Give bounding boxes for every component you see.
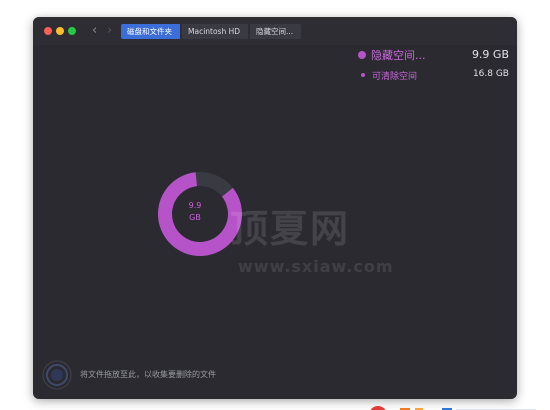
- close-window-button[interactable]: [44, 27, 52, 35]
- legend-value: 16.8 GB: [472, 69, 509, 79]
- legend-dot-icon: [361, 73, 365, 77]
- site-badge-icon: [360, 400, 550, 410]
- breadcrumb: 磁盘和文件夹 Macintosh HD 隐藏空间...: [121, 24, 303, 39]
- legend-item-hidden-space[interactable]: 隐藏空间...: [358, 48, 426, 62]
- watermark-url: www.sxiaw.com: [238, 257, 394, 276]
- legend-value: 9.9 GB: [471, 48, 509, 61]
- watermark-text: 顶夏网: [230, 207, 351, 251]
- zoom-window-button[interactable]: [68, 27, 76, 35]
- minimize-window-button[interactable]: [56, 27, 64, 35]
- chart-center-label: 9.9 GB: [181, 200, 209, 224]
- drop-zone-icon[interactable]: [42, 360, 72, 390]
- breadcrumb-item-disks-folders[interactable]: 磁盘和文件夹: [121, 24, 180, 39]
- breadcrumb-item-macintosh-hd[interactable]: Macintosh HD: [182, 24, 249, 39]
- forward-icon[interactable]: ›: [107, 23, 112, 39]
- back-icon[interactable]: ‹: [92, 23, 97, 39]
- legend-dot-icon: [358, 51, 366, 59]
- chart-center-value: 9.9: [188, 201, 202, 210]
- legend-item-purgeable-space[interactable]: 可清除空间: [361, 69, 418, 82]
- chart-center-unit: GB: [189, 213, 201, 222]
- title-bar: ‹ › 磁盘和文件夹 Macintosh HD 隐藏空间...: [33, 17, 517, 45]
- legend-label: 隐藏空间...: [371, 49, 426, 62]
- legend-label: 可清除空间: [372, 71, 418, 82]
- breadcrumb-item-hidden-space[interactable]: 隐藏空间...: [250, 24, 302, 39]
- app-window: ‹ › 磁盘和文件夹 Macintosh HD 隐藏空间... 隐藏空间... …: [33, 17, 517, 399]
- drop-hint-text: 将文件拖放至此，以收集要删除的文件: [80, 370, 216, 379]
